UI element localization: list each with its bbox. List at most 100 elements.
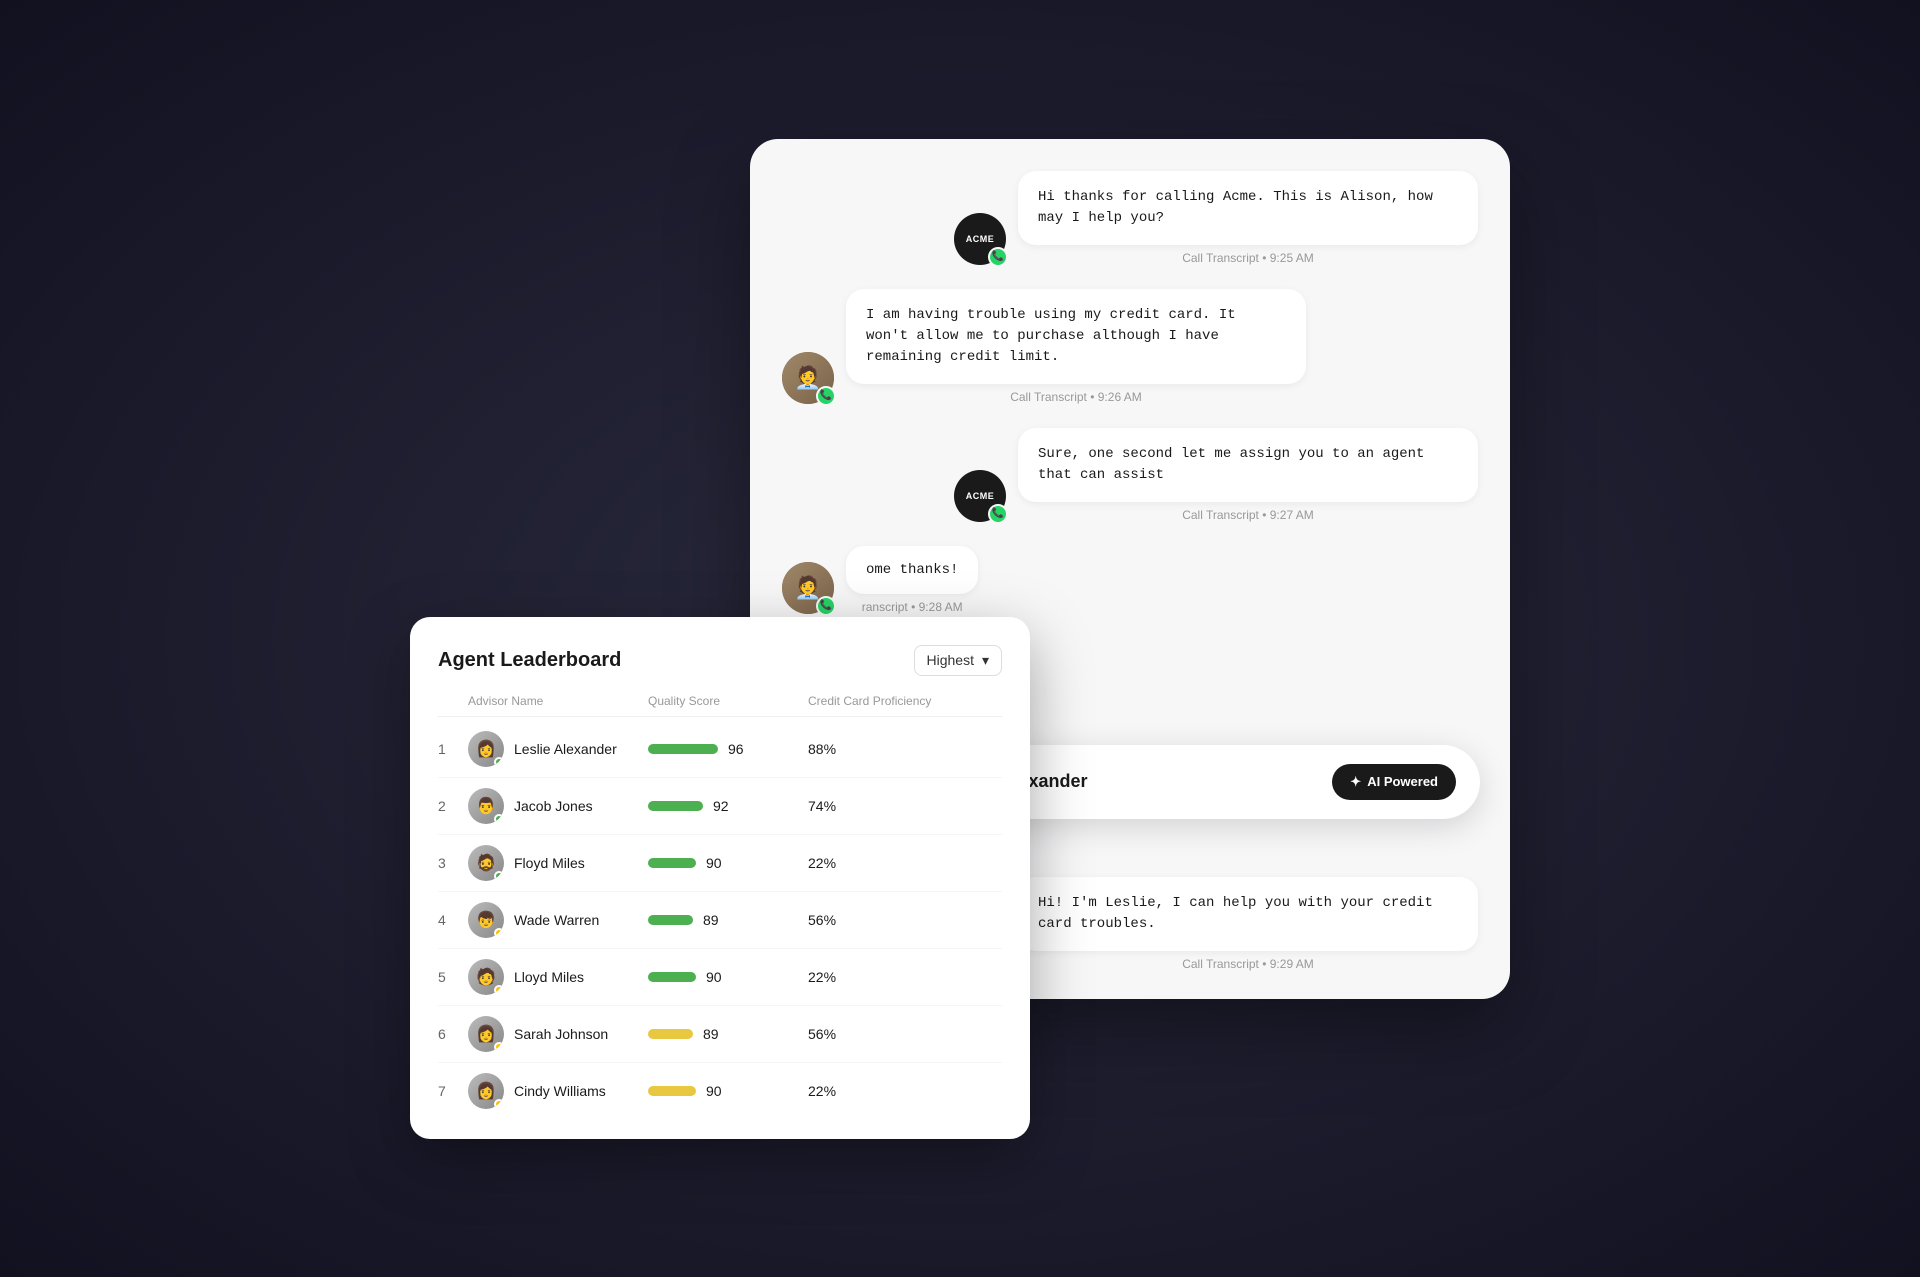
proficiency-6: 56%	[808, 1026, 968, 1042]
agent-rank-3: 3	[438, 855, 468, 871]
leaderboard-row: 4 👦 Wade Warren 89 56%	[438, 892, 1002, 949]
agent-rank-7: 7	[438, 1083, 468, 1099]
message-wrap-2: I am having trouble using my credit card…	[846, 289, 1306, 404]
agent-info-6: 👩 Sarah Johnson	[468, 1016, 648, 1052]
agent-name-6: Sarah Johnson	[514, 1026, 608, 1042]
message-meta-1: Call Transcript • 9:25 AM	[1018, 251, 1478, 265]
agent-status-dot-1	[494, 757, 504, 767]
message-bubble-4-partial: ome thanks!	[846, 546, 978, 594]
whatsapp-badge-2: 📞	[816, 386, 836, 406]
message-row-4: 🧑‍💼 📞 ome thanks! ranscript • 9:28 AM	[782, 546, 1478, 614]
score-bar-3	[648, 858, 696, 868]
proficiency-2: 74%	[808, 798, 968, 814]
proficiency-7: 22%	[808, 1083, 968, 1099]
agent-info-7: 👩 Cindy Williams	[468, 1073, 648, 1109]
col-advisor: Advisor Name	[468, 694, 648, 708]
score-number-6: 89	[703, 1026, 719, 1042]
col-proficiency: Credit Card Proficiency	[808, 694, 968, 708]
leaderboard-filter-dropdown[interactable]: Highest ▾	[914, 645, 1003, 676]
score-bar-7	[648, 1086, 696, 1096]
message-wrap-1: Hi thanks for calling Acme. This is Alis…	[1018, 171, 1478, 265]
agent-avatar-3: 🧔	[468, 845, 504, 881]
score-cell-7: 90	[648, 1083, 808, 1099]
score-number-2: 92	[713, 798, 729, 814]
agent-name-3: Floyd Miles	[514, 855, 585, 871]
leaderboard-rows: 1 👩 Leslie Alexander 96 88% 2 👨 Jacob Jo…	[438, 721, 1002, 1119]
leslie-message-wrap: Hi! I'm Leslie, I can help you with your…	[1018, 877, 1478, 971]
agent-name-7: Cindy Williams	[514, 1083, 606, 1099]
score-number-7: 90	[706, 1083, 722, 1099]
score-bar-2	[648, 801, 703, 811]
message-bubble-3: Sure, one second let me assign you to an…	[1018, 428, 1478, 502]
agent-rank-6: 6	[438, 1026, 468, 1042]
ai-powered-badge: ✦ AI Powered	[1332, 764, 1456, 800]
agent-info-4: 👦 Wade Warren	[468, 902, 648, 938]
score-bar-6	[648, 1029, 693, 1039]
agent-avatar-7: 👩	[468, 1073, 504, 1109]
ai-badge-label: AI Powered	[1367, 774, 1438, 789]
leaderboard-title: Agent Leaderboard	[438, 649, 621, 672]
leaderboard-header: Agent Leaderboard Highest ▾	[438, 645, 1002, 676]
acme-avatar-1: ACME 📞	[954, 213, 1006, 265]
agent-avatar-2: 👨	[468, 788, 504, 824]
score-cell-4: 89	[648, 912, 808, 928]
agent-rank-4: 4	[438, 912, 468, 928]
agent-avatar-4: 👦	[468, 902, 504, 938]
scene: Hi thanks for calling Acme. This is Alis…	[410, 139, 1510, 1139]
score-bar-5	[648, 972, 696, 982]
agent-avatar-1: 👩	[468, 731, 504, 767]
agent-name-4: Wade Warren	[514, 912, 599, 928]
agent-rank-1: 1	[438, 741, 468, 757]
agent-status-dot-4	[494, 928, 504, 938]
score-bar-1	[648, 744, 718, 754]
acme-avatar-2: ACME 📞	[954, 470, 1006, 522]
col-rank	[438, 694, 468, 708]
score-number-1: 96	[728, 741, 744, 757]
user-avatar-2: 🧑‍💼 📞	[782, 562, 834, 614]
agent-avatar-6: 👩	[468, 1016, 504, 1052]
agent-rank-2: 2	[438, 798, 468, 814]
proficiency-4: 56%	[808, 912, 968, 928]
agent-name-2: Jacob Jones	[514, 798, 593, 814]
message-bubble-1: Hi thanks for calling Acme. This is Alis…	[1018, 171, 1478, 245]
score-cell-6: 89	[648, 1026, 808, 1042]
message-meta-2: Call Transcript • 9:26 AM	[846, 390, 1306, 404]
agent-avatar-5: 🧑	[468, 959, 504, 995]
score-number-3: 90	[706, 855, 722, 871]
message-meta-4: ranscript • 9:28 AM	[846, 600, 978, 614]
leslie-message-meta: Call Transcript • 9:29 AM	[1018, 957, 1478, 971]
score-cell-1: 96	[648, 741, 808, 757]
user-avatar-1: 🧑‍💼 📞	[782, 352, 834, 404]
message-row-1: Hi thanks for calling Acme. This is Alis…	[782, 171, 1478, 265]
whatsapp-badge-4: 📞	[816, 596, 836, 616]
score-cell-3: 90	[648, 855, 808, 871]
message-meta-3: Call Transcript • 9:27 AM	[1018, 508, 1478, 522]
proficiency-1: 88%	[808, 741, 968, 757]
score-cell-2: 92	[648, 798, 808, 814]
leaderboard-row: 6 👩 Sarah Johnson 89 56%	[438, 1006, 1002, 1063]
agent-info-3: 🧔 Floyd Miles	[468, 845, 648, 881]
agent-info-1: 👩 Leslie Alexander	[468, 731, 648, 767]
chevron-down-icon: ▾	[982, 652, 989, 669]
agent-info-2: 👨 Jacob Jones	[468, 788, 648, 824]
score-number-5: 90	[706, 969, 722, 985]
ai-icon: ✦	[1350, 774, 1361, 790]
leaderboard-row: 7 👩 Cindy Williams 90 22%	[438, 1063, 1002, 1119]
col-score: Quality Score	[648, 694, 808, 708]
score-number-4: 89	[703, 912, 719, 928]
agent-status-dot-5	[494, 985, 504, 995]
leaderboard-row: 5 🧑 Lloyd Miles 90 22%	[438, 949, 1002, 1006]
score-cell-5: 90	[648, 969, 808, 985]
agent-status-dot-2	[494, 814, 504, 824]
chat-messages: Hi thanks for calling Acme. This is Alis…	[782, 171, 1478, 614]
leaderboard-panel: Agent Leaderboard Highest ▾ Advisor Name…	[410, 617, 1030, 1139]
leaderboard-row: 3 🧔 Floyd Miles 90 22%	[438, 835, 1002, 892]
score-bar-4	[648, 915, 693, 925]
message-row-2: 🧑‍💼 📞 I am having trouble using my credi…	[782, 289, 1478, 404]
proficiency-5: 22%	[808, 969, 968, 985]
whatsapp-badge-3: 📞	[988, 504, 1008, 524]
agent-name-1: Leslie Alexander	[514, 741, 617, 757]
whatsapp-badge-1: 📞	[988, 247, 1008, 267]
agent-rank-5: 5	[438, 969, 468, 985]
leslie-message-bubble: Hi! I'm Leslie, I can help you with your…	[1018, 877, 1478, 951]
